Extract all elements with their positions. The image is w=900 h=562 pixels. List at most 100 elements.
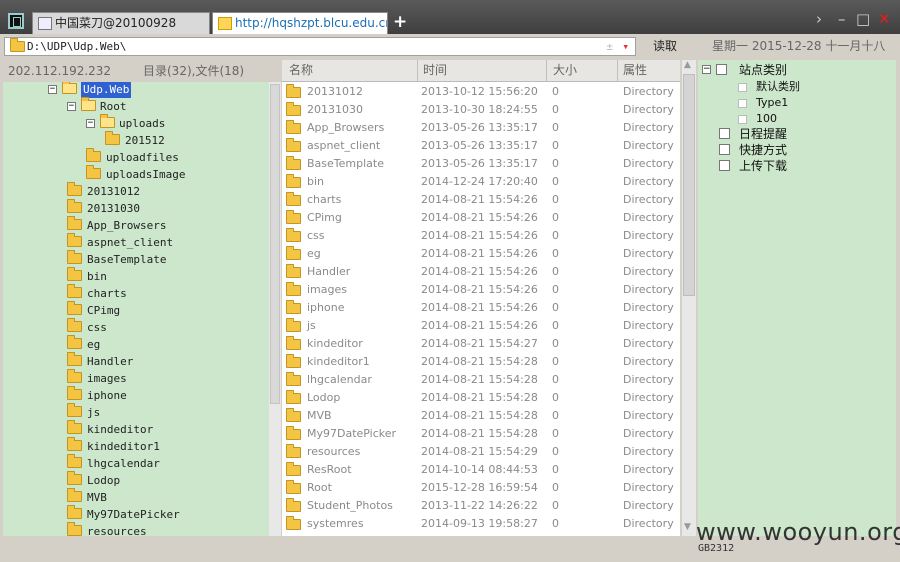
tree-item[interactable]: BaseTemplate [67,250,269,268]
tree-item[interactable]: − uploads [86,114,269,132]
tree-item-label: App_Browsers [87,219,167,232]
tree-item[interactable]: Handler [67,352,269,370]
file-row[interactable]: 20131030 2013-10-30 18:24:55 0 Directory [282,101,680,119]
folder-icon [67,199,82,213]
tree-item[interactable]: 20131012 [67,182,269,200]
tree-item-label: lhgcalendar [87,457,160,470]
tab-caidao[interactable]: 中国菜刀@20100928 [32,12,210,34]
file-row[interactable]: My97DatePicker 2014-08-21 15:54:28 0 Direct… [282,425,680,443]
tree-scrollbar[interactable] [269,82,281,536]
collapse-toggle-icon[interactable]: − [86,119,95,128]
file-row[interactable]: systemres 2014-09-13 19:58:27 0 Directory [282,515,680,533]
scroll-down-icon[interactable]: ▼ [684,522,691,532]
minimize-button[interactable]: – [838,10,846,28]
tree-item[interactable]: My97DatePicker [67,505,269,523]
file-row[interactable]: Root 2015-12-28 16:59:54 0 Directory [282,479,680,497]
folder-icon [67,420,82,434]
column-divider [417,60,418,81]
file-row[interactable]: BaseTemplate 2013-05-26 13:35:17 0 Director… [282,155,680,173]
column-size[interactable]: 大小 [553,60,577,81]
scroll-up-icon[interactable]: ▲ [684,60,691,70]
tree-item[interactable]: App_Browsers [67,216,269,234]
tree-item[interactable]: eg [67,335,269,353]
maximize-button[interactable]: □ [856,10,870,28]
file-size: 0 [552,319,559,332]
file-row[interactable]: ResRoot 2014-10-14 08:44:53 0 Directory [282,461,680,479]
tab-site[interactable]: http://hqshzpt.blcu.edu.cn//... [212,12,388,34]
file-row[interactable]: App_Browsers 2013-05-26 13:35:17 0 Director… [282,119,680,137]
file-row[interactable]: Handler 2014-08-21 15:54:26 0 Directory [282,263,680,281]
file-row[interactable]: 20131012 2013-10-12 15:56:20 0 Directory [282,83,680,101]
collapse-toggle-icon[interactable]: − [67,102,76,111]
tree-item-label: bin [87,270,107,283]
close-button[interactable]: ✕ [878,10,891,28]
tree-item[interactable]: 201512 [105,131,269,149]
file-row[interactable]: charts 2014-08-21 15:54:26 0 Directory [282,191,680,209]
file-name: Root [307,481,332,494]
file-row[interactable]: aspnet_client 2013-05-26 13:35:17 0 Directo… [282,137,680,155]
folder-icon [67,267,82,281]
file-name: App_Browsers [307,121,385,134]
tree-item[interactable]: uploadfiles [86,148,269,166]
scroll-thumb[interactable] [683,74,695,296]
tree-item[interactable]: kindeditor1 [67,437,269,455]
tree-item[interactable]: CPimg [67,301,269,319]
scroll-thumb[interactable] [270,84,280,404]
tree-item[interactable]: charts [67,284,269,302]
tree-item[interactable]: MVB [67,488,269,506]
file-attr: Directory [623,283,674,296]
new-tab-button[interactable]: + [393,12,407,32]
tree-item[interactable]: lhgcalendar [67,454,269,472]
path-input[interactable]: D:\UDP\Udp.Web\ ± ▾ [4,37,636,56]
tree-item[interactable]: css [67,318,269,336]
file-row[interactable]: Lodop 2014-08-21 15:54:28 0 Directory [282,389,680,407]
file-row[interactable]: images 2014-08-21 15:54:26 0 Directory [282,281,680,299]
tree-item[interactable]: js [67,403,269,421]
column-name[interactable]: 名称 [289,60,313,81]
file-attr: Directory [623,265,674,278]
file-row[interactable]: eg 2014-08-21 15:54:26 0 Directory [282,245,680,263]
tree-item[interactable]: uploadsImage [86,165,269,183]
file-row[interactable]: js 2014-08-21 15:54:26 0 Directory [282,317,680,335]
file-row[interactable]: kindeditor1 2014-08-21 15:54:28 0 Directory [282,353,680,371]
tree-item[interactable]: aspnet_client [67,233,269,251]
file-attr: Directory [623,481,674,494]
tree-item[interactable]: 20131030 [67,199,269,217]
tree-item[interactable]: − Udp.Web [48,82,269,98]
dropdown-arrow-icon[interactable]: ▾ [622,38,629,55]
file-row[interactable]: lhgcalendar 2014-08-21 15:54:28 0 Directory [282,371,680,389]
tree-item[interactable]: images [67,369,269,387]
tree-item[interactable]: resources [67,522,269,536]
column-attr[interactable]: 属性 [623,60,647,81]
file-row[interactable]: resources 2014-08-21 15:54:29 0 Directory [282,443,680,461]
file-row[interactable]: iphone 2014-08-21 15:54:26 0 Directory [282,299,680,317]
tree-item[interactable]: bin [67,267,269,285]
file-size: 0 [552,193,559,206]
file-list-header: 名称 时间 大小 属性 [282,60,680,82]
collapse-toggle-icon[interactable]: − [48,85,57,94]
tree-item[interactable]: iphone [67,386,269,404]
chevron-right-icon[interactable]: › [816,10,822,28]
tree-item[interactable]: Lodop [67,471,269,489]
file-row[interactable]: MVB 2014-08-21 15:54:28 0 Directory [282,407,680,425]
file-row[interactable]: bin 2014-12-24 17:20:40 0 Directory [282,173,680,191]
directory-tree: − Udp.Web − Root − uploads 201512 uploadfiles up… [3,82,269,536]
list-scrollbar[interactable]: ▲ ▼ [682,60,696,536]
column-time[interactable]: 时间 [423,60,447,81]
file-time: 2013-10-12 15:56:20 [421,85,538,98]
file-attr: Directory [623,391,674,404]
app-menu-icon[interactable] [8,13,24,29]
file-row[interactable]: Student_Photos 2013-11-22 14:26:22 0 Direct… [282,497,680,515]
tree-item[interactable]: − Root [67,97,269,115]
read-button[interactable]: 读取 [642,37,688,56]
file-row[interactable]: CPimg 2014-08-21 15:54:26 0 Directory [282,209,680,227]
file-row[interactable]: kindeditor 2014-08-21 15:54:27 0 Directory [282,335,680,353]
file-row[interactable]: css 2014-08-21 15:54:26 0 Directory [282,227,680,245]
page-icon [738,99,747,108]
collapse-toggle-icon[interactable]: − [702,65,711,74]
tree-item[interactable]: kindeditor [67,420,269,438]
folder-icon [105,131,120,145]
folder-icon [286,336,301,350]
folder-icon [86,165,101,179]
plus-minus-icon[interactable]: ± [606,38,613,55]
